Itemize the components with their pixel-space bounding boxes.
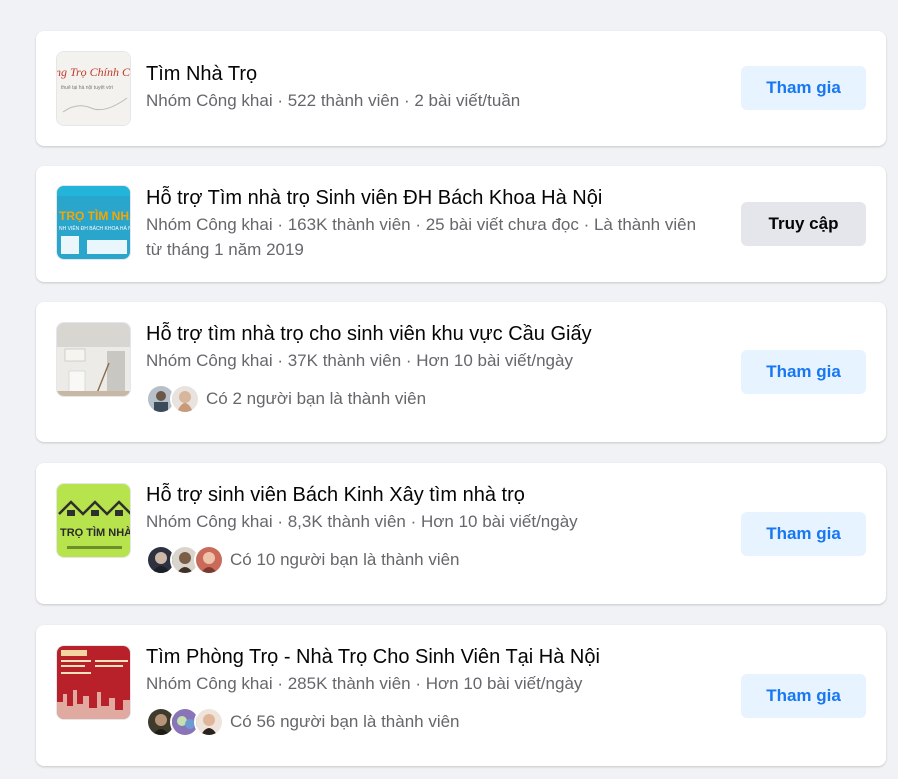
mutual-friends-text: Có 56 người bạn là thành viên: [230, 712, 460, 731]
join-group-button[interactable]: Tham gia: [741, 674, 866, 718]
group-thumbnail[interactable]: TRỌ TÌM NHÀ T NH VIÊN ĐH BÁCH KHOA HÀ NỘ: [56, 185, 131, 260]
friend-avatars: [146, 545, 224, 575]
svg-text:NH VIÊN ĐH BÁCH KHOA HÀ NỘ: NH VIÊN ĐH BÁCH KHOA HÀ NỘ: [59, 224, 131, 232]
group-meta: Nhóm Công khai · 8,3K thành viên · Hơn 1…: [146, 512, 578, 531]
svg-text:TRỌ TÌM NHÀ T: TRỌ TÌM NHÀ T: [60, 526, 131, 539]
group-card: TRỌ TÌM NHÀ T NH VIÊN ĐH BÁCH KHOA HÀ NỘ…: [36, 166, 886, 282]
join-group-button[interactable]: Tham gia: [741, 66, 866, 110]
friend-avatars: [146, 384, 200, 414]
group-name[interactable]: Hỗ trợ sinh viên Bách Kinh Xây tìm nhà t…: [146, 482, 716, 508]
group-info: Tìm Nhà Trọ Nhóm Công khai · 522 thành v…: [146, 61, 716, 113]
group-info: Hỗ trợ tìm nhà trọ cho sinh viên khu vực…: [146, 321, 716, 415]
mutual-friends: Có 56 người bạn là thành viên: [146, 706, 716, 738]
group-meta: Nhóm Công khai · 37K thành viên · Hơn 10…: [146, 351, 573, 370]
group-name[interactable]: Hỗ trợ Tìm nhà trọ Sinh viên ĐH Bách Kho…: [146, 185, 716, 211]
group-card: Hỗ trợ tìm nhà trọ cho sinh viên khu vực…: [36, 302, 886, 442]
group-meta: Nhóm Công khai · 522 thành viên · 2 bài …: [146, 91, 521, 110]
avatar[interactable]: [170, 384, 200, 414]
mutual-friends: Có 2 người bạn là thành viên: [146, 383, 716, 415]
group-thumbnail[interactable]: TRỌ TÌM NHÀ T: [56, 483, 131, 558]
group-info: Tìm Phòng Trọ - Nhà Trọ Cho Sinh Viên Tạ…: [146, 644, 716, 738]
group-meta: Nhóm Công khai · 163K thành viên · 25 bà…: [146, 215, 697, 259]
svg-text:thuê tại hà nội tuyệt vời: thuê tại hà nội tuyệt vời: [61, 85, 113, 91]
group-info: Hỗ trợ sinh viên Bách Kinh Xây tìm nhà t…: [146, 482, 716, 576]
mutual-friends-text: Có 2 người bạn là thành viên: [206, 389, 427, 408]
group-thumbnail[interactable]: [56, 322, 131, 397]
group-name[interactable]: Tìm Phòng Trọ - Nhà Trọ Cho Sinh Viên Tạ…: [146, 644, 716, 670]
svg-text:ng Trọ Chính Ch: ng Trọ Chính Ch: [57, 65, 131, 79]
group-name[interactable]: Hỗ trợ tìm nhà trọ cho sinh viên khu vực…: [146, 321, 716, 347]
group-meta: Nhóm Công khai · 285K thành viên · Hơn 1…: [146, 674, 583, 693]
group-thumbnail[interactable]: ng Trọ Chính Ch thuê tại hà nội tuyệt vờ…: [56, 51, 131, 126]
group-name[interactable]: Tìm Nhà Trọ: [146, 61, 716, 87]
join-group-button[interactable]: Tham gia: [741, 512, 866, 556]
group-thumbnail[interactable]: [56, 645, 131, 720]
visit-group-button[interactable]: Truy cập: [741, 202, 866, 246]
group-list: ng Trọ Chính Ch thuê tại hà nội tuyệt vờ…: [0, 0, 898, 779]
mutual-friends: Có 10 người bạn là thành viên: [146, 544, 716, 576]
avatar[interactable]: [194, 545, 224, 575]
mutual-friends-text: Có 10 người bạn là thành viên: [230, 550, 460, 569]
join-group-button[interactable]: Tham gia: [741, 350, 866, 394]
friend-avatars: [146, 707, 224, 737]
svg-text:TRỌ TÌM NHÀ T: TRỌ TÌM NHÀ T: [59, 208, 131, 223]
group-card: Tìm Phòng Trọ - Nhà Trọ Cho Sinh Viên Tạ…: [36, 625, 886, 766]
group-info: Hỗ trợ Tìm nhà trọ Sinh viên ĐH Bách Kho…: [146, 185, 716, 262]
group-card: TRỌ TÌM NHÀ T Hỗ trợ sinh viên Bách Kinh…: [36, 463, 886, 604]
group-card: ng Trọ Chính Ch thuê tại hà nội tuyệt vờ…: [36, 31, 886, 146]
avatar[interactable]: [194, 707, 224, 737]
